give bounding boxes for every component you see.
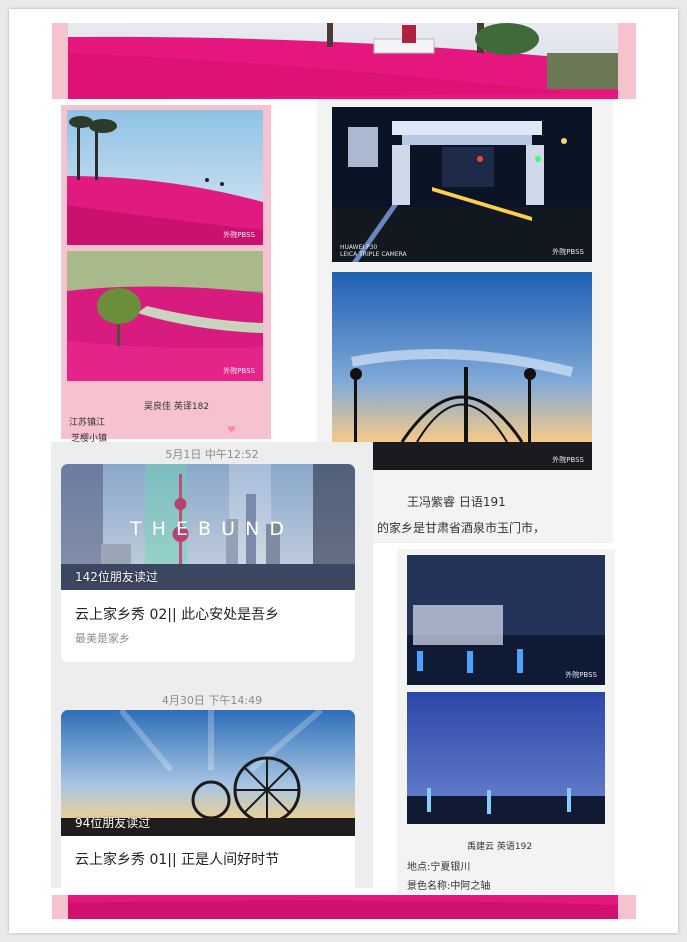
camera-lens: LEICA TRIPLE CAMERA <box>340 251 407 258</box>
watermark-text: 外院PBSS <box>223 367 255 375</box>
moon-fountain-photo: 外院PBSS <box>407 555 605 685</box>
place-caption: 地点:宁夏银川 <box>407 862 471 873</box>
waterwheel-sunset-image: 94位朋友读过 <box>61 710 355 836</box>
read-count: 94位朋友读过 <box>75 816 151 830</box>
watermark-text: 外院PBSS <box>552 248 584 256</box>
article-subtitle: 最美是家乡 <box>75 632 130 645</box>
camera-tag: HUAWEI P30 LEICA TRIPLE CAMERA <box>340 244 407 258</box>
article-title[interactable]: 云上家乡秀 02|| 此心安处是吾乡 <box>75 604 279 624</box>
article-card[interactable]: 94位朋友读过 云上家乡秀 01|| 正是人间好时节 <box>61 710 355 888</box>
pink-garden-photo: 外院PBSS <box>67 251 263 381</box>
sunset-arch-photo: 外院PBSS <box>332 272 592 470</box>
bottom-right-collage: 外院PBSS 禹建云 英语192 地点:宁夏银川 景色名称:中阿之轴 <box>397 549 615 894</box>
pink-field-banner-image <box>68 23 618 99</box>
watermark-text: 外院PBSS <box>552 456 584 464</box>
author-caption: 吴良佳 英译182 <box>144 402 210 412</box>
article-feed-panel: 5月1日 中午12:52 T H E B U N D 142位朋友读过 云上家乡… <box>51 442 373 888</box>
author-caption: 王冯紫睿 日语191 <box>407 495 506 509</box>
camera-model: HUAWEI P30 <box>340 244 378 251</box>
article-title[interactable]: 云上家乡秀 01|| 正是人间好时节 <box>75 849 279 869</box>
read-count: 142位朋友读过 <box>75 570 158 584</box>
scene-caption: 景色名称:中阿之轴 <box>407 881 491 892</box>
banner-text: T H E B U N D <box>130 518 286 540</box>
bund-skyline-image: T H E B U N D 142位朋友读过 <box>61 464 355 590</box>
description-text: 的家乡是甘肃省酒泉市玉门市， <box>377 521 546 535</box>
timestamp: 5月1日 中午12:52 <box>165 448 259 461</box>
watermark-text: 外院PBSS <box>223 231 255 239</box>
watermark-text: 外院PBSS <box>565 671 597 679</box>
moon-sculpture-photo <box>407 692 605 824</box>
article-card[interactable]: T H E B U N D 142位朋友读过 云上家乡秀 02|| 此心安处是吾… <box>61 464 355 662</box>
night-gate-photo: HUAWEI P30 LEICA TRIPLE CAMERA 外院PBSS <box>332 107 592 262</box>
pink-hill-photo: 外院PBSS <box>67 110 263 245</box>
place-caption: 江苏镇江 <box>69 418 106 428</box>
bottom-banner-photo <box>52 895 636 919</box>
left-collage: 外院PBSS 外院PBSS 吴良佳 英译182 江苏镇江 芝樱小镇 ♥ <box>61 105 271 444</box>
top-banner-photo <box>52 23 636 99</box>
author-caption: 禹建云 英语192 <box>467 842 533 852</box>
timestamp: 4月30日 下午14:49 <box>161 694 263 707</box>
collage-frame: 外院PBSS 外院PBSS 吴良佳 英译182 江苏镇江 芝樱小镇 ♥ HUAW… <box>9 9 678 933</box>
heart-icon: ♥ <box>227 425 236 436</box>
